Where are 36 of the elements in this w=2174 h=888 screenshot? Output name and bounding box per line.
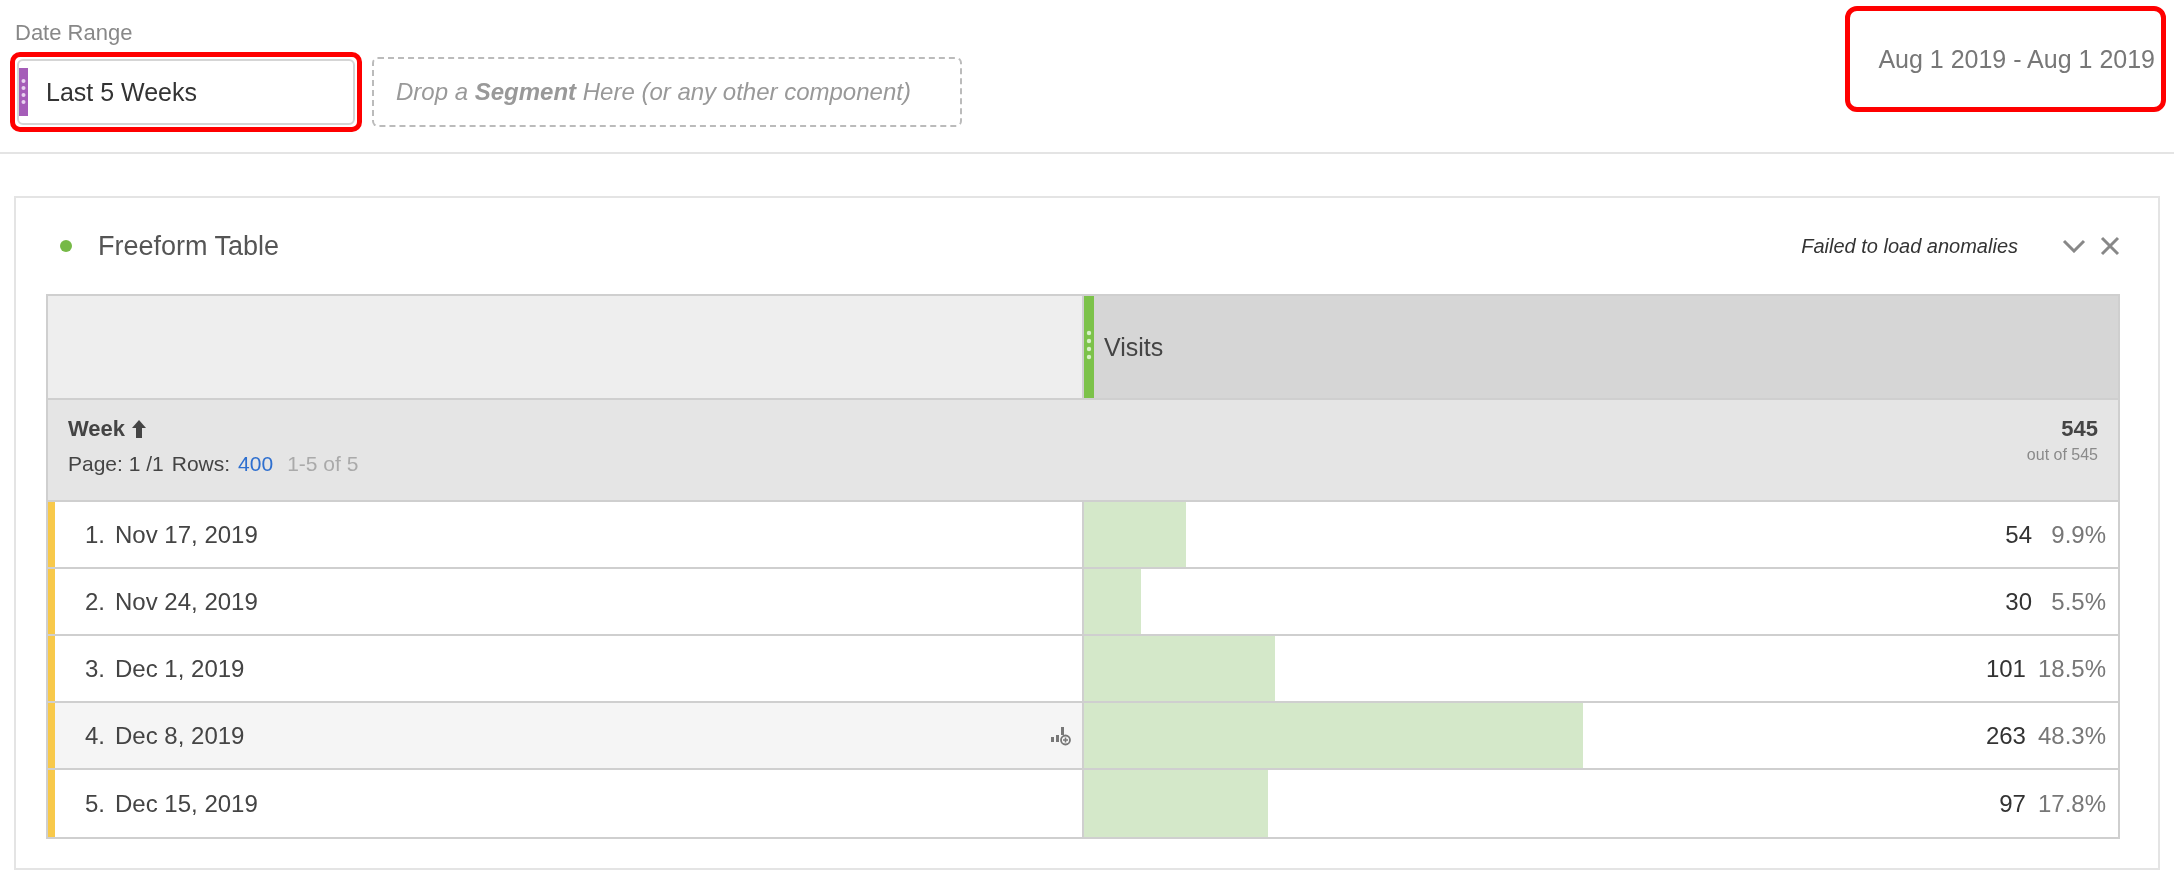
row-range: 1-5 of 5 <box>287 452 359 476</box>
row-label-cell[interactable]: 4. Dec 8, 2019 <box>48 703 1084 768</box>
row-label-cell[interactable]: 1. Nov 17, 2019 <box>48 502 1084 567</box>
metric-percent: 5.5% <box>2050 587 2106 616</box>
anomaly-status: Failed to load anomalies <box>1801 234 2018 258</box>
metric-percent: 48.3% <box>2037 721 2106 750</box>
metric-total: 545 <box>2061 416 2098 442</box>
drag-handle-icon[interactable] <box>1084 296 1094 398</box>
add-chart-icon[interactable] <box>1050 724 1072 747</box>
panel-title: Freeform Table <box>98 230 281 262</box>
status-dot-icon <box>60 240 72 252</box>
metric-percent: 17.8% <box>2037 789 2106 818</box>
sort-arrow-icon[interactable] <box>131 419 148 439</box>
page-indicator: Page: 1 /1 <box>68 452 164 476</box>
row-label-cell[interactable]: 2. Nov 24, 2019 <box>48 569 1084 634</box>
metric-value: 54 <box>2005 520 2032 549</box>
row-label-cell[interactable]: 5. Dec 15, 2019 <box>48 770 1084 837</box>
metric-total-caption: out of 545 <box>2026 446 2098 464</box>
chevron-down-icon[interactable] <box>2062 239 2086 253</box>
date-range-text[interactable]: Aug 1 2019 - Aug 1 2019 <box>1878 44 2155 74</box>
rows-label: Rows: <box>171 452 231 476</box>
component-label: Last 5 Weeks <box>46 77 197 107</box>
date-range-label: Date Range <box>14 20 134 46</box>
metric-percent: 18.5% <box>2037 654 2106 683</box>
metric-percent: 9.9% <box>2050 520 2106 549</box>
metric-value: 30 <box>2005 587 2032 616</box>
date-range-component[interactable]: Last 5 Weeks <box>17 59 355 125</box>
close-icon[interactable] <box>2100 236 2120 256</box>
dimension-name[interactable]: Week <box>68 416 126 442</box>
metric-value: 97 <box>1999 789 2026 818</box>
rows-count-link[interactable]: 400 <box>238 452 274 476</box>
metric-name: Visits <box>1104 332 1164 362</box>
metric-header[interactable]: Visits <box>1084 296 2118 398</box>
metric-value: 263 <box>1985 721 2026 750</box>
metric-value: 101 <box>1985 654 2026 683</box>
row-label-cell[interactable]: 3. Dec 1, 2019 <box>48 636 1084 701</box>
